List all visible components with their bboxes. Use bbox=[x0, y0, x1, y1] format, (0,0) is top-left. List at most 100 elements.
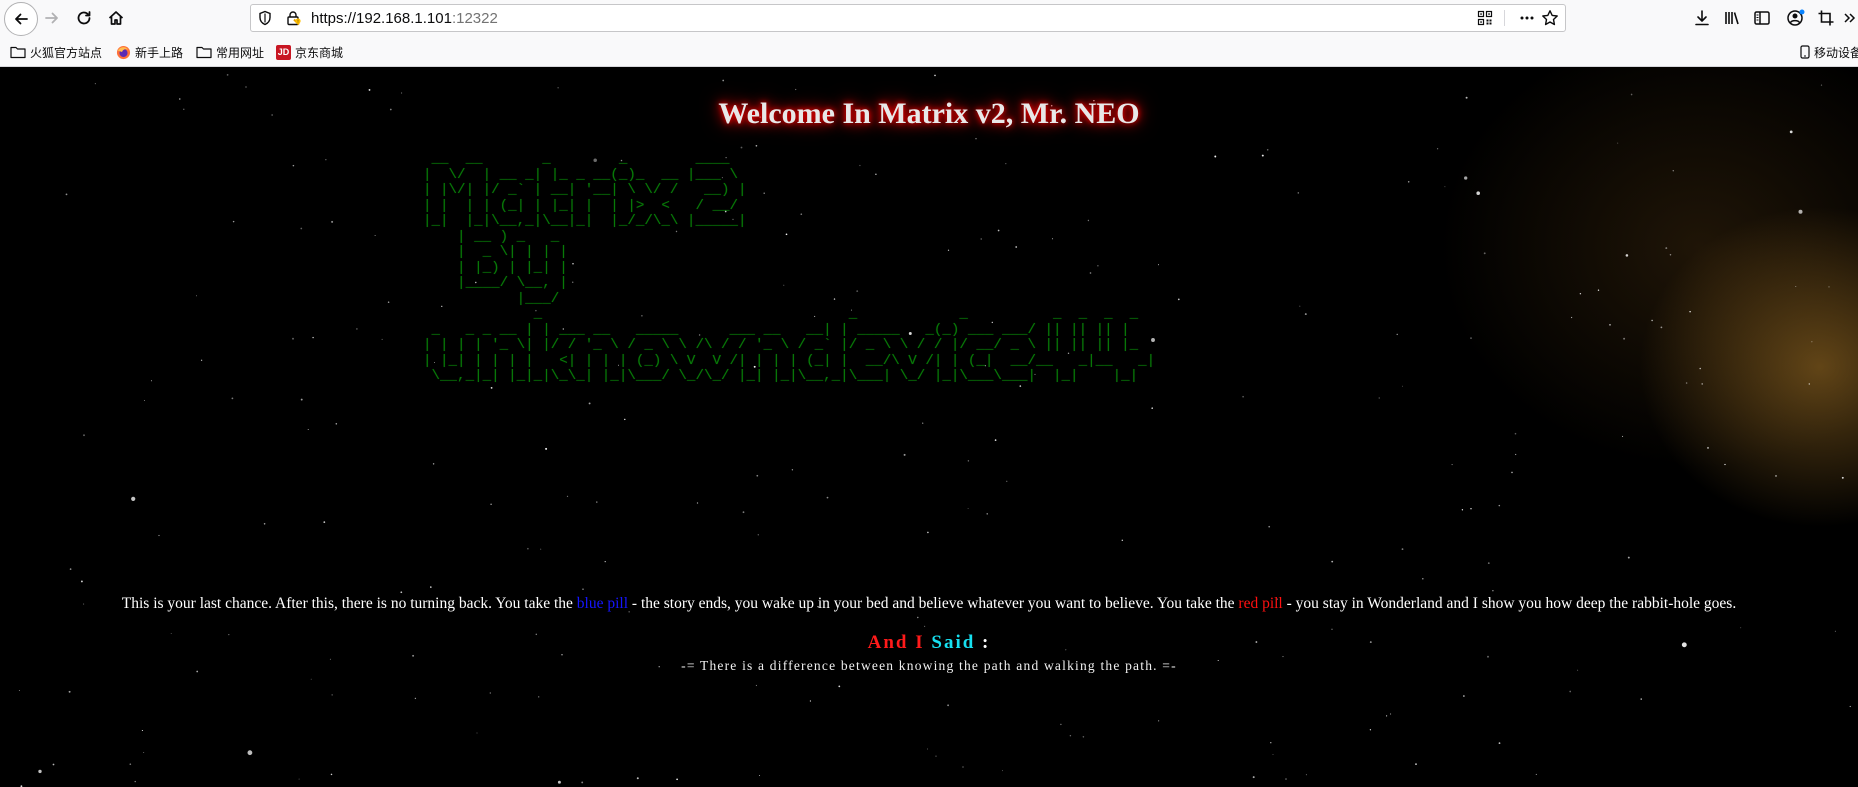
star bbox=[545, 447, 548, 450]
library-button[interactable] bbox=[1718, 4, 1746, 32]
crop-icon bbox=[1818, 10, 1834, 26]
star bbox=[1579, 293, 1582, 295]
url-bar[interactable]: ! https://192.168.1.101:12322 bbox=[250, 4, 1566, 32]
red-pill-text: red pill bbox=[1238, 595, 1283, 612]
star bbox=[1261, 154, 1264, 157]
back-button[interactable] bbox=[4, 2, 38, 36]
star bbox=[1707, 446, 1709, 449]
star bbox=[368, 88, 371, 91]
star bbox=[476, 732, 478, 734]
star bbox=[1569, 690, 1572, 693]
star bbox=[1396, 333, 1398, 336]
star bbox=[624, 418, 626, 421]
forward-button[interactable] bbox=[38, 4, 66, 32]
account-button[interactable] bbox=[1782, 4, 1810, 32]
star bbox=[1470, 337, 1472, 339]
star bbox=[300, 227, 303, 230]
star bbox=[1640, 698, 1642, 700]
insecure-lock-icon[interactable]: ! bbox=[285, 10, 301, 26]
star bbox=[742, 511, 745, 514]
star bbox=[696, 502, 699, 504]
bookmark-label: 京东商城 bbox=[295, 45, 344, 60]
navigation-toolbar: ! https://192.168.1.101:12322 bbox=[0, 0, 1858, 36]
star bbox=[356, 328, 358, 330]
star bbox=[131, 496, 136, 502]
page-content: Welcome In Matrix v2, Mr. NEO __ __ _ _ … bbox=[0, 67, 1858, 787]
star bbox=[134, 780, 136, 783]
star bbox=[1331, 628, 1333, 630]
reload-button[interactable] bbox=[70, 4, 98, 32]
star bbox=[809, 700, 812, 702]
star bbox=[489, 692, 491, 694]
star bbox=[292, 337, 294, 340]
star bbox=[1390, 713, 1392, 715]
bookmark-label: 新手上路 bbox=[135, 45, 184, 60]
overflow-button[interactable] bbox=[1840, 4, 1858, 32]
star bbox=[401, 92, 403, 94]
star bbox=[923, 625, 926, 628]
star bbox=[307, 429, 309, 431]
bookmark-jd-mall[interactable]: JD 京东商城 bbox=[276, 43, 343, 61]
bookmark-getting-started[interactable]: 新手上路 bbox=[116, 43, 183, 61]
star bbox=[1660, 326, 1663, 329]
jd-icon: JD bbox=[276, 44, 291, 60]
star bbox=[335, 423, 338, 425]
star bbox=[1242, 395, 1244, 398]
star bbox=[247, 750, 253, 756]
star bbox=[1407, 181, 1410, 183]
screenshot-button[interactable] bbox=[1812, 4, 1840, 32]
said-part-cyan: Said bbox=[931, 632, 976, 653]
downloads-button[interactable] bbox=[1688, 4, 1716, 32]
mobile-bookmarks[interactable]: 移动设备 bbox=[1800, 43, 1858, 61]
star bbox=[1724, 463, 1726, 466]
star bbox=[538, 696, 540, 698]
url-text[interactable]: https://192.168.1.101:12322 bbox=[311, 10, 498, 27]
star bbox=[740, 146, 743, 149]
star bbox=[1158, 720, 1160, 722]
star bbox=[581, 781, 584, 784]
star bbox=[1535, 773, 1537, 775]
star bbox=[232, 220, 235, 223]
star bbox=[1151, 407, 1153, 409]
star bbox=[1849, 705, 1851, 708]
star bbox=[1415, 763, 1417, 765]
star bbox=[1266, 149, 1269, 151]
arrow-right-icon bbox=[45, 12, 58, 24]
star bbox=[1252, 776, 1255, 779]
star bbox=[917, 616, 919, 619]
qr-code-icon[interactable] bbox=[1477, 10, 1493, 26]
star bbox=[722, 79, 725, 82]
star bbox=[755, 144, 758, 147]
arrow-left-icon bbox=[15, 13, 28, 25]
bookmark-star-icon[interactable] bbox=[1541, 9, 1559, 27]
star bbox=[1006, 480, 1008, 482]
star bbox=[312, 336, 314, 339]
star bbox=[1689, 310, 1691, 313]
browser-chrome: ! https://192.168.1.101:12322 火狐官方站点 新手上… bbox=[0, 0, 1858, 67]
ascii-art-banner: __ __ _ _ ____ | \/ | __ _| |_ _ __(_)_ … bbox=[423, 151, 1156, 384]
ellipsis-icon[interactable] bbox=[1519, 10, 1535, 26]
star bbox=[129, 763, 132, 765]
star bbox=[1304, 313, 1307, 316]
sidebar-button[interactable] bbox=[1748, 4, 1776, 32]
star bbox=[588, 402, 591, 405]
firefox-icon bbox=[116, 45, 131, 59]
star bbox=[557, 87, 559, 89]
said-part-colon: : bbox=[975, 632, 991, 653]
url-port: :12322 bbox=[451, 10, 498, 27]
star bbox=[962, 766, 964, 768]
bookmark-folder-common-sites[interactable]: 常用网址 bbox=[196, 43, 264, 61]
star bbox=[1665, 247, 1668, 250]
shield-icon[interactable] bbox=[257, 10, 273, 26]
star bbox=[1630, 93, 1633, 96]
home-button[interactable] bbox=[102, 4, 130, 32]
star bbox=[756, 474, 759, 477]
star bbox=[1492, 589, 1494, 592]
star bbox=[826, 496, 829, 499]
star bbox=[69, 568, 72, 570]
star bbox=[1402, 385, 1403, 387]
star bbox=[1672, 170, 1674, 172]
star bbox=[1461, 509, 1464, 511]
mobile-device-icon bbox=[1800, 45, 1810, 59]
bookmark-folder-firefox-official[interactable]: 火狐官方站点 bbox=[10, 43, 102, 61]
